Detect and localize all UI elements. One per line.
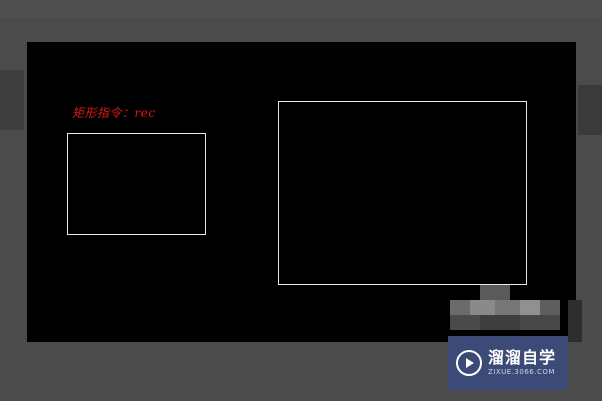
small-rectangle (67, 133, 206, 235)
pixel-block-right (568, 300, 582, 342)
pixel-block (520, 315, 560, 330)
pixel-block (450, 300, 470, 315)
play-logo-icon (456, 350, 482, 376)
command-label: 矩形指令：rec (72, 106, 156, 120)
pixel-block (480, 285, 510, 300)
watermark-url: ZIXUE.3066.COM (488, 368, 555, 376)
background-band-left (0, 70, 24, 130)
watermark-name: 溜溜自学 (488, 348, 557, 367)
pixel-block (480, 315, 520, 330)
pixel-block (520, 300, 540, 315)
pixelated-area (450, 285, 560, 340)
watermark-logo: 溜溜自学 ZIXUE.3066.COM (448, 336, 568, 390)
large-rectangle (278, 101, 527, 285)
pixel-block (450, 315, 480, 330)
pixel-block (540, 300, 560, 315)
pixel-block (470, 300, 495, 315)
pixel-block (495, 300, 520, 315)
background-band-top (0, 0, 602, 18)
background-band-right (578, 85, 602, 135)
